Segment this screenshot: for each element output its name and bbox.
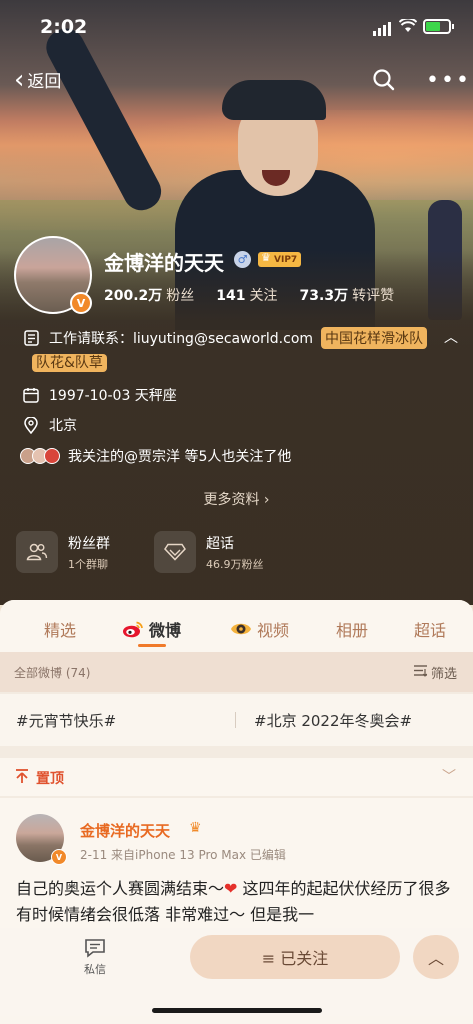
active-tab-indicator — [138, 644, 166, 647]
home-indicator — [152, 1008, 322, 1013]
back-button[interactable]: ‹ 返回 — [14, 64, 62, 95]
all-weibo-count: 全部微博 (74) — [14, 666, 91, 680]
verified-badge-icon: V — [70, 292, 92, 314]
filter-icon — [413, 664, 428, 681]
back-label: 返回 — [27, 72, 62, 92]
vip-badge[interactable]: VIP7 — [258, 251, 302, 267]
fan-group-title: 粉丝群 — [68, 535, 110, 552]
chevron-left-icon: ‹ — [14, 64, 25, 95]
video-icon — [230, 620, 252, 638]
tab-video[interactable]: 视频 — [230, 617, 289, 641]
work-contact-row: 工作请联系：liuyuting@secaworld.com 中国花样滑冰队 — [22, 327, 428, 349]
avatar[interactable]: V — [14, 236, 92, 314]
direct-message-button[interactable]: 私信 — [80, 938, 110, 977]
chevron-up-button[interactable]: ︿ — [413, 935, 459, 979]
document-icon — [22, 329, 40, 347]
work-contact-text: 工作请联系：liuyuting@secaworld.com — [49, 331, 314, 347]
more-info-link[interactable]: 更多资料 › — [0, 489, 473, 509]
location-pin-icon — [22, 416, 40, 434]
topic-item[interactable]: #北京 2022年冬奥会# — [254, 710, 412, 731]
fan-group-card[interactable]: 粉丝群 1个群聊 — [16, 525, 110, 579]
crown-icon: ♛ — [189, 820, 202, 836]
post-avatar[interactable]: V — [16, 814, 67, 865]
status-bar: 2:02 — [0, 0, 473, 58]
battery-icon — [423, 19, 454, 34]
reposts-stat[interactable]: 73.3万 转评赞 — [300, 285, 395, 305]
following-stat[interactable]: 141 关注 — [216, 285, 277, 305]
search-icon[interactable] — [372, 68, 396, 92]
post-text: 自己的奥运个人赛圆满结束～❤ 这四年的起起伏伏经历了很多 有时候情绪会很低落 非… — [16, 879, 451, 924]
status-time: 2:02 — [40, 16, 88, 38]
tab-super-topic[interactable]: 超话 — [414, 617, 446, 641]
message-icon — [84, 939, 106, 961]
more-options-icon[interactable]: ••• — [426, 68, 471, 93]
super-topic-card[interactable]: 超话 46.9万粉丝 — [154, 525, 264, 579]
weibo-icon — [122, 620, 144, 638]
pinned-header[interactable]: 置顶 ﹀ — [0, 758, 473, 796]
male-gender-icon: ♂ — [234, 251, 251, 268]
topic-item[interactable]: #元宵节快乐# — [16, 710, 116, 731]
pinned-label: 置顶 — [36, 771, 64, 787]
post-author[interactable]: 金博洋的天天 — [80, 820, 170, 841]
topic-bar: #元宵节快乐# #北京 2022年冬奥会# — [0, 694, 473, 746]
tab-album[interactable]: 相册 — [336, 617, 368, 641]
mutual-follow-row[interactable]: 我关注的@贾宗洋 等5人也关注了他 — [20, 446, 291, 466]
super-topic-subtitle: 46.9万粉丝 — [206, 557, 264, 571]
mutual-avatar — [44, 448, 60, 464]
mutual-follow-text: 我关注的@贾宗洋 等5人也关注了他 — [68, 449, 292, 465]
filter-bar: 全部微博 (74) 筛选 — [0, 652, 473, 692]
following-button[interactable]: ≡ 已关注 — [190, 935, 400, 979]
super-topic-title: 超话 — [206, 535, 234, 552]
filter-button[interactable]: 筛选 — [413, 663, 457, 682]
diamond-icon — [154, 531, 196, 573]
heart-icon: ❤ — [224, 879, 238, 898]
verified-badge-icon: V — [51, 849, 67, 865]
chevron-down-icon[interactable]: ﹀ — [442, 766, 456, 786]
location-row: 北京 — [22, 415, 77, 435]
pin-icon — [14, 768, 30, 788]
followers-stat[interactable]: 200.2万 粉丝 — [104, 285, 194, 305]
chevron-up-icon[interactable]: ︿ — [444, 327, 458, 347]
birthday-text: 1997-10-03 天秤座 — [49, 388, 177, 404]
wifi-icon — [398, 17, 418, 37]
work-tag-line: 队花&队草 — [32, 352, 107, 372]
calendar-icon — [22, 386, 40, 404]
profile-stats: 200.2万 粉丝 141 关注 73.3万 转评赞 — [104, 285, 394, 305]
signal-icon — [373, 22, 391, 36]
birthday-row: 1997-10-03 天秤座 — [22, 385, 177, 405]
location-text: 北京 — [49, 418, 77, 434]
work-tag-1: 中国花样滑冰队 — [321, 327, 428, 349]
profile-name: 金博洋的天天 — [104, 251, 224, 275]
work-tag-2: 队花&队草 — [32, 354, 107, 372]
tab-weibo[interactable]: 微博 — [122, 617, 181, 641]
people-icon — [16, 531, 58, 573]
fan-group-subtitle: 1个群聊 — [68, 557, 108, 571]
tab-featured[interactable]: 精选 — [44, 617, 76, 641]
post-meta: 2-11 来自iPhone 13 Pro Max 已编辑 — [80, 848, 286, 862]
